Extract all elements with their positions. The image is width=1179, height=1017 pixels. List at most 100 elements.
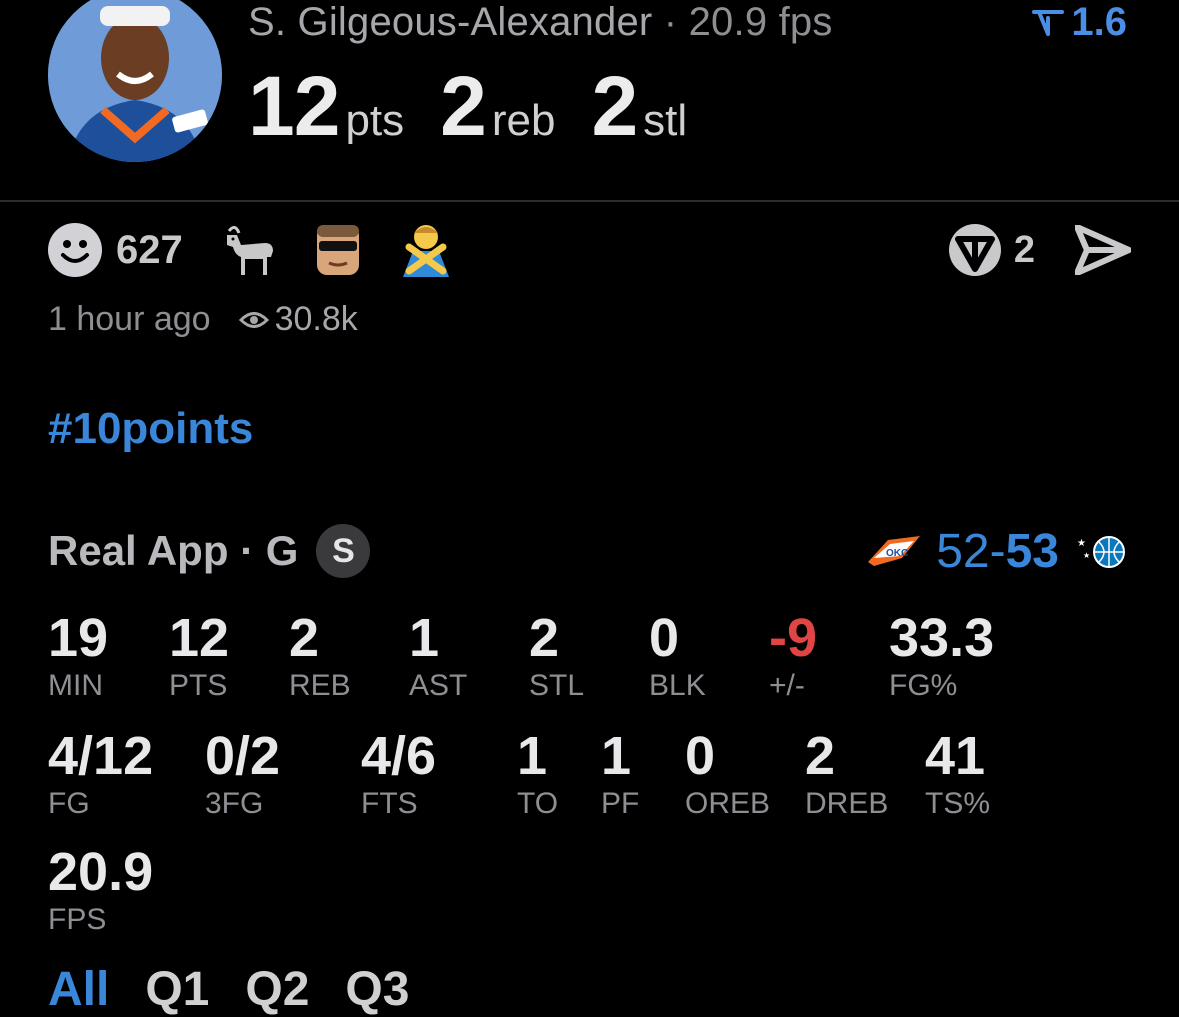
headline-stl-unit: stl: [643, 96, 688, 145]
player-photo-icon: [48, 0, 222, 162]
stat-fg: 4/12 FG: [48, 726, 153, 822]
headline-statline: 12 pts 2 reb 2 stl: [248, 58, 723, 155]
okc-thunder-logo-icon: OKC: [868, 535, 921, 566]
stat-value: 2: [805, 726, 836, 786]
real-app-logo-icon[interactable]: [948, 223, 1002, 277]
tab-all[interactable]: All: [48, 962, 109, 1017]
stat-value: 33.3: [889, 608, 995, 668]
post-actions: 2: [948, 222, 1131, 278]
stat-label: 3FG: [205, 787, 264, 820]
tab-q1[interactable]: Q1: [145, 962, 209, 1017]
stat-label: DREB: [805, 787, 889, 820]
stat-label: PTS: [169, 669, 228, 702]
stat-value: 4/12: [48, 726, 154, 786]
stat-ast: 1 AST: [409, 608, 467, 704]
stat-fts: 4/6 FTS: [361, 726, 436, 822]
eye-icon: [238, 311, 269, 328]
title-separator: ·: [663, 0, 678, 44]
stat-label: TS%: [925, 787, 991, 820]
stat-value: 0: [649, 608, 680, 668]
stat-dreb: 2 DREB: [805, 726, 888, 822]
stat-label: AST: [409, 669, 468, 702]
stat-label: FG: [48, 787, 90, 820]
stat-oreb: 0 OREB: [685, 726, 770, 822]
score-dash: -: [989, 525, 1006, 578]
orlando-magic-logo-icon: ★ ★: [1077, 535, 1125, 568]
headline-reb-unit: reb: [491, 96, 556, 145]
stat-value: 0/2: [205, 726, 281, 786]
headline-reb-value: 2: [440, 59, 487, 153]
stat-label: TO: [517, 787, 559, 820]
view-count: 30.8k: [274, 300, 358, 338]
headline-pts-unit: pts: [345, 96, 405, 145]
quarter-tabs: All Q1 Q2 Q3: [48, 962, 445, 1017]
svg-text:★: ★: [1083, 551, 1090, 560]
player-face-icon[interactable]: [309, 221, 367, 279]
score-away: 53: [1005, 525, 1059, 578]
tab-q2[interactable]: Q2: [245, 962, 309, 1017]
stat-value: 2: [289, 608, 320, 668]
stat-value: 0: [685, 726, 716, 786]
stat-label: FTS: [361, 787, 418, 820]
stat-value: 12: [169, 608, 230, 668]
stat-value: 41: [925, 726, 986, 786]
stat-label: STL: [529, 669, 585, 702]
stat-value: 20.9: [48, 842, 154, 902]
time-ago: 1 hour ago: [48, 300, 211, 338]
stat-label: MIN: [48, 669, 103, 702]
svg-text:★: ★: [1077, 538, 1086, 549]
score-home: 52: [936, 525, 990, 578]
stat-label: BLK: [649, 669, 706, 702]
stat-ts-pct: 41 TS%: [925, 726, 990, 822]
tab-q3[interactable]: Q3: [345, 962, 409, 1017]
reaction-count[interactable]: 627: [116, 228, 183, 273]
stat-fg-pct: 33.3 FG%: [889, 608, 994, 704]
stat-label: OREB: [685, 787, 771, 820]
stat-pf: 1 PF: [601, 726, 639, 822]
game-title: Real App · G: [48, 527, 299, 574]
stat-value: 2: [529, 608, 560, 668]
send-icon[interactable]: [1075, 225, 1131, 275]
trend-indicator: 1.6: [1031, 0, 1127, 45]
game-header: Real App · G S: [48, 524, 371, 578]
stat-value: 1: [601, 726, 632, 786]
player-name[interactable]: S. Gilgeous-Alexander: [248, 0, 652, 44]
trend-down-icon: [1032, 9, 1065, 36]
fps-text: 20.9 fps: [688, 0, 833, 44]
stat-label: REB: [289, 669, 351, 702]
stat-value: -9: [769, 608, 818, 668]
stat-pts: 12 PTS: [169, 608, 229, 704]
stat-fps: 20.9 FPS: [48, 842, 153, 938]
stat-to: 1 TO: [517, 726, 558, 822]
headline-pts-value: 12: [248, 59, 340, 153]
player-avatar[interactable]: [48, 0, 222, 162]
person-gesturing-no-icon[interactable]: [397, 221, 455, 279]
hashtag-link[interactable]: #10points: [48, 404, 253, 454]
stat-label: +/-: [769, 669, 805, 702]
share-count: 2: [1013, 228, 1035, 271]
stat-value: 4/6: [361, 726, 437, 786]
stat-reb: 2 REB: [289, 608, 351, 704]
game-score[interactable]: OKC 52-53 ★ ★: [866, 524, 1129, 579]
stat-plus-minus: -9 +/-: [769, 608, 817, 704]
stat-label: FG%: [889, 669, 958, 702]
svg-text:OKC: OKC: [886, 548, 908, 559]
player-title-line: S. Gilgeous-Alexander · 20.9 fps: [248, 0, 833, 45]
smiley-react-icon[interactable]: [48, 223, 102, 277]
stat-blk: 0 BLK: [649, 608, 706, 704]
stat-label: FPS: [48, 903, 107, 936]
trend-value: 1.6: [1071, 0, 1127, 44]
stat-value: 1: [409, 608, 440, 668]
stat-stl: 2 STL: [529, 608, 584, 704]
reactions-row: 627: [48, 222, 485, 278]
stat-value: 19: [48, 608, 109, 668]
stat-label: PF: [601, 787, 640, 820]
stat-3fg: 0/2 3FG: [205, 726, 280, 822]
goat-emoji-icon[interactable]: [221, 221, 279, 279]
stat-value: 1: [517, 726, 548, 786]
s-badge[interactable]: S: [316, 524, 371, 578]
score-text: 52-53: [936, 524, 1059, 579]
headline-stl-value: 2: [591, 59, 638, 153]
header-divider: [0, 200, 1179, 202]
stat-min: 19 MIN: [48, 608, 108, 704]
